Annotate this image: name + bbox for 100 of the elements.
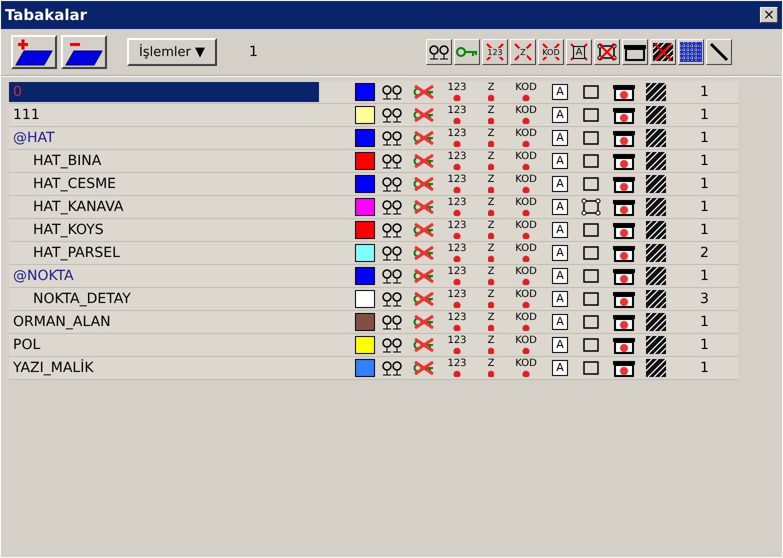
eyes-icon[interactable] xyxy=(381,153,403,169)
label-toggle[interactable]: Z xyxy=(488,267,494,285)
layer-name[interactable]: HAT_PARSEL xyxy=(9,243,319,263)
label-toggle[interactable]: Z xyxy=(488,198,494,216)
eyes-icon[interactable] xyxy=(381,130,403,146)
eyes-icon[interactable] xyxy=(381,314,403,330)
color-swatch[interactable] xyxy=(355,290,375,308)
printer-icon[interactable] xyxy=(612,106,636,124)
eyes-icon[interactable] xyxy=(381,199,403,215)
color-swatch[interactable] xyxy=(355,313,375,331)
number-toggle-button[interactable]: 123 xyxy=(482,39,508,65)
frame-icon[interactable] xyxy=(581,290,601,308)
color-swatch[interactable] xyxy=(355,359,375,377)
label-toggle[interactable]: Z xyxy=(488,313,494,331)
eyes-icon[interactable] xyxy=(381,84,403,100)
color-swatch[interactable] xyxy=(355,267,375,285)
text-toggle[interactable]: A xyxy=(552,222,568,238)
printer-icon[interactable] xyxy=(612,221,636,239)
layer-name[interactable]: HAT_BINA xyxy=(9,151,319,171)
label-toggle[interactable]: 123 xyxy=(447,198,467,216)
operations-menu-button[interactable]: İşlemler ▼ xyxy=(127,38,217,66)
frame-icon[interactable] xyxy=(581,175,601,193)
printer-icon[interactable] xyxy=(612,267,636,285)
text-toggle[interactable]: A xyxy=(552,84,568,100)
layer-name[interactable]: HAT_CESME xyxy=(9,174,319,194)
crossed-key-icon[interactable] xyxy=(413,268,435,284)
label-toggle[interactable]: KOD xyxy=(515,336,537,354)
layer-name[interactable]: POL xyxy=(9,335,319,355)
label-toggle[interactable]: 123 xyxy=(447,313,467,331)
eyes-icon[interactable] xyxy=(381,245,403,261)
frame-icon[interactable] xyxy=(581,244,601,262)
label-toggle[interactable]: KOD xyxy=(515,290,537,308)
pen-toggle-button[interactable] xyxy=(706,39,732,65)
color-swatch[interactable] xyxy=(355,244,375,262)
label-toggle[interactable]: 123 xyxy=(447,290,467,308)
color-swatch[interactable] xyxy=(355,221,375,239)
code-toggle-button[interactable]: KOD xyxy=(538,39,564,65)
label-toggle[interactable]: Z xyxy=(488,244,494,262)
frame-icon[interactable] xyxy=(581,336,601,354)
printer-icon[interactable] xyxy=(612,152,636,170)
printer-icon[interactable] xyxy=(612,175,636,193)
color-swatch[interactable] xyxy=(355,175,375,193)
color-swatch[interactable] xyxy=(355,152,375,170)
layer-name[interactable]: @HAT xyxy=(9,128,319,148)
text-toggle[interactable]: A xyxy=(552,360,568,376)
label-toggle[interactable]: KOD xyxy=(515,221,537,239)
text-toggle[interactable]: A xyxy=(552,268,568,284)
hatch-icon[interactable] xyxy=(646,83,666,101)
printer-icon[interactable] xyxy=(612,83,636,101)
crossed-key-icon[interactable] xyxy=(413,199,435,215)
crossed-key-icon[interactable] xyxy=(413,107,435,123)
layer-name[interactable]: NOKTA_DETAY xyxy=(9,289,319,309)
text-toggle[interactable]: A xyxy=(552,314,568,330)
text-toggle[interactable]: A xyxy=(552,153,568,169)
label-toggle[interactable]: KOD xyxy=(515,313,537,331)
printer-icon[interactable] xyxy=(612,359,636,377)
frame-icon[interactable] xyxy=(581,198,601,216)
color-swatch[interactable] xyxy=(355,336,375,354)
label-toggle[interactable]: KOD xyxy=(515,106,537,124)
hatch-icon[interactable] xyxy=(646,313,666,331)
layer-name[interactable]: HAT_KANAVA xyxy=(9,197,319,217)
label-toggle[interactable]: Z xyxy=(488,221,494,239)
frame-icon[interactable] xyxy=(581,129,601,147)
label-toggle[interactable]: KOD xyxy=(515,198,537,216)
label-toggle[interactable]: Z xyxy=(488,336,494,354)
label-toggle[interactable]: Z xyxy=(488,359,494,377)
frame-icon[interactable] xyxy=(581,221,601,239)
label-toggle[interactable]: Z xyxy=(488,152,494,170)
hatch-icon[interactable] xyxy=(646,359,666,377)
z-toggle-button[interactable]: Z xyxy=(510,39,536,65)
pattern-toggle-button[interactable] xyxy=(678,39,704,65)
label-toggle[interactable]: 123 xyxy=(447,267,467,285)
label-toggle[interactable]: KOD xyxy=(515,83,537,101)
hatch-icon[interactable] xyxy=(646,290,666,308)
frame-icon[interactable] xyxy=(581,106,601,124)
text-toggle[interactable]: A xyxy=(552,245,568,261)
hatch-icon[interactable] xyxy=(646,336,666,354)
eyes-icon[interactable] xyxy=(381,268,403,284)
frame-toggle-button[interactable] xyxy=(594,39,620,65)
label-toggle[interactable]: 123 xyxy=(447,359,467,377)
eyes-icon[interactable] xyxy=(381,337,403,353)
crossed-key-icon[interactable] xyxy=(413,245,435,261)
eyes-icon[interactable] xyxy=(381,176,403,192)
crossed-key-icon[interactable] xyxy=(413,291,435,307)
crossed-key-icon[interactable] xyxy=(413,337,435,353)
crossed-key-icon[interactable] xyxy=(413,176,435,192)
text-toggle[interactable]: A xyxy=(552,199,568,215)
label-toggle[interactable]: 123 xyxy=(447,129,467,147)
text-toggle[interactable]: A xyxy=(552,176,568,192)
text-toggle[interactable]: A xyxy=(552,337,568,353)
label-toggle[interactable]: 123 xyxy=(447,106,467,124)
crossed-key-icon[interactable] xyxy=(413,222,435,238)
add-layer-button[interactable] xyxy=(11,35,57,69)
hatch-icon[interactable] xyxy=(646,221,666,239)
hatch-icon[interactable] xyxy=(646,152,666,170)
text-toggle[interactable]: A xyxy=(552,107,568,123)
eyes-icon[interactable] xyxy=(381,107,403,123)
printer-icon[interactable] xyxy=(612,129,636,147)
label-toggle[interactable]: Z xyxy=(488,106,494,124)
text-toggle[interactable]: A xyxy=(552,130,568,146)
